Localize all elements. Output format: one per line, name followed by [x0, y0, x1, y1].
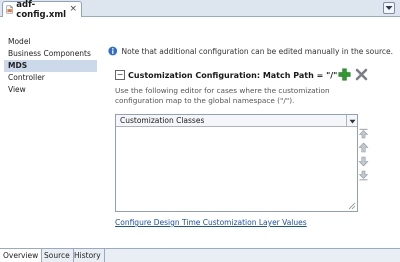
list-header-dropdown[interactable]	[346, 115, 357, 127]
move-up-button[interactable]	[358, 142, 369, 153]
customization-section-header: − Customization Configuration: Match Pat…	[115, 68, 370, 82]
nav-item-view[interactable]: View	[4, 84, 97, 96]
arrow-top-icon	[358, 128, 369, 139]
arrow-up-icon	[358, 142, 369, 153]
tab-source[interactable]: Source	[41, 249, 74, 262]
chevron-down-icon	[349, 119, 355, 123]
bottom-tab-bar: Overview Source History	[0, 248, 400, 262]
info-icon	[108, 46, 118, 56]
tab-list-menu-button[interactable]	[383, 2, 395, 14]
delete-x-icon	[355, 68, 368, 81]
nav-item-mds[interactable]: MDS	[4, 60, 97, 72]
add-button[interactable]	[338, 68, 351, 81]
tab-overview[interactable]: Overview	[0, 249, 43, 262]
move-bottom-button[interactable]	[358, 170, 369, 181]
info-note-text: Note that additional configuration can b…	[121, 46, 394, 56]
xml-file-icon	[6, 5, 13, 14]
collapse-toggle[interactable]: −	[115, 70, 125, 80]
nav-item-business-components[interactable]: Business Components	[4, 48, 97, 60]
close-icon[interactable]: ×	[69, 5, 77, 14]
resize-grip-icon[interactable]	[348, 202, 356, 210]
arrow-bottom-icon	[358, 170, 369, 181]
section-description: Use the following editor for cases where…	[115, 86, 330, 105]
editor-tab-label: adf-config.xml	[16, 0, 67, 20]
editor-tab-bar: adf-config.xml ×	[0, 0, 400, 20]
configure-layer-values-link[interactable]: Configure Design Time Customization Laye…	[115, 218, 307, 227]
move-top-button[interactable]	[358, 128, 369, 139]
tab-history[interactable]: History	[71, 249, 105, 262]
editor-tab-adf-config[interactable]: adf-config.xml ×	[2, 0, 82, 20]
nav-item-model[interactable]: Model	[4, 36, 97, 48]
arrow-down-icon	[358, 156, 369, 167]
chevron-down-icon	[385, 6, 393, 10]
plus-icon	[338, 68, 351, 81]
list-header: Customization Classes	[116, 115, 357, 127]
remove-button[interactable]	[355, 68, 368, 81]
move-down-button[interactable]	[358, 156, 369, 167]
editor-navigation: Model Business Components MDS Controller…	[4, 36, 97, 246]
nav-item-controller[interactable]: Controller	[4, 72, 97, 84]
section-title: Customization Configuration: Match Path …	[128, 70, 338, 80]
info-note: Note that additional configuration can b…	[108, 44, 393, 58]
customization-classes-list[interactable]: Customization Classes	[115, 114, 358, 212]
